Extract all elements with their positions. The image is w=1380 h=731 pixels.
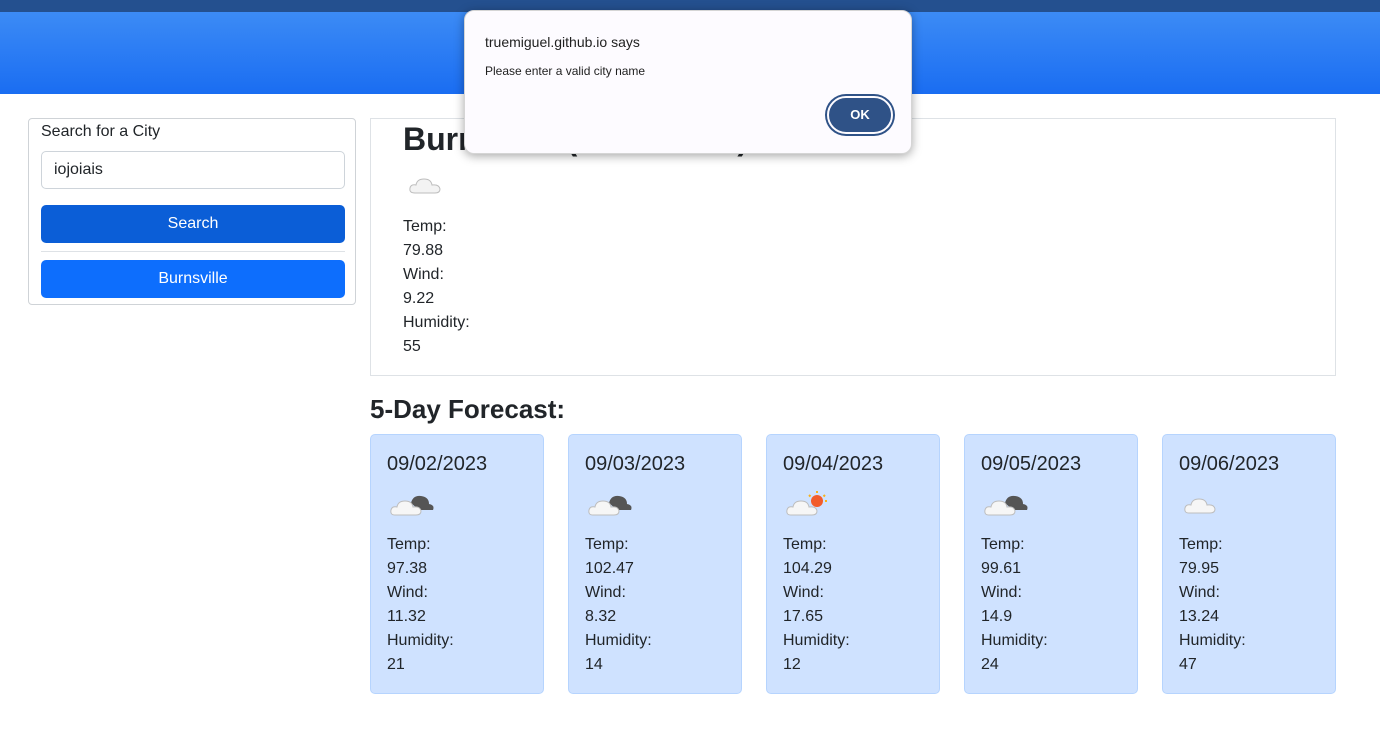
humidity-label: Humidity: [387,632,454,649]
forecast-date: 09/03/2023 [585,453,686,475]
divider [41,251,345,252]
cloud-icon [1181,489,1229,524]
city-search-input[interactable]: iojoiais [41,151,345,189]
humidity-value: 47 [1179,656,1197,673]
search-button[interactable]: Search [41,205,345,243]
dialog-title: truemiguel.github.io says [485,34,640,50]
forecast-card: 09/02/2023 Temp: 97.38 Wind: 11.32 Humid… [370,434,544,694]
temp-label: Temp: [387,536,431,553]
forecast-card: 09/03/2023 Temp: 102.47 Wind: 8.32 Humid… [568,434,742,694]
temp-label: Temp: [403,218,447,235]
alert-dialog: truemiguel.github.io says Please enter a… [464,10,912,154]
wind-label: Wind: [387,584,428,601]
humidity-label: Humidity: [403,314,470,331]
search-panel: Search for a City iojoiais Search Burnsv… [28,118,356,305]
forecast-card: 09/04/2023 Temp: 104.29 Wind: 17.65 Humi… [766,434,940,694]
temp-value: 99.61 [981,560,1022,577]
wind-label: Wind: [783,584,824,601]
temp-value: 79.88 [403,242,444,259]
current-fields: Temp: 79.88 Wind: 9.22 Humidity: 55 [403,215,470,359]
humidity-label: Humidity: [585,632,652,649]
humidity-value: 14 [585,656,603,673]
ok-button[interactable]: OK [827,96,893,134]
search-title: Search for a City [41,123,161,140]
forecast-date: 09/05/2023 [981,453,1082,475]
few-clouds-icon [785,489,833,524]
wind-value: 13.24 [1179,608,1220,625]
temp-label: Temp: [981,536,1025,553]
humidity-value: 24 [981,656,999,673]
temp-value: 102.47 [585,560,634,577]
forecast-date: 09/02/2023 [387,453,488,475]
wind-value: 9.22 [403,290,435,307]
dialog-message: Please enter a valid city name [485,64,646,78]
wind-label: Wind: [1179,584,1220,601]
temp-label: Temp: [1179,536,1223,553]
temp-value: 97.38 [387,560,428,577]
wind-label: Wind: [585,584,626,601]
wind-value: 8.32 [585,608,617,625]
humidity-value: 55 [403,338,421,355]
humidity-label: Humidity: [1179,632,1246,649]
humidity-label: Humidity: [783,632,850,649]
wind-label: Wind: [981,584,1022,601]
forecast-card: 09/05/2023 Temp: 99.61 Wind: 14.9 Humidi… [964,434,1138,694]
broken-clouds-icon [389,489,437,524]
wind-value: 11.32 [387,608,426,625]
broken-clouds-icon [587,489,635,524]
forecast-title: 5-Day Forecast: [370,394,566,424]
forecast-card: 09/06/2023 Temp: 79.95 Wind: 13.24 Humid… [1162,434,1336,694]
cloud-icon [407,173,443,202]
wind-label: Wind: [403,266,444,283]
temp-value: 79.95 [1179,560,1220,577]
temp-label: Temp: [585,536,629,553]
humidity-value: 12 [783,656,801,673]
broken-clouds-icon [983,489,1031,524]
history-button-burnsville[interactable]: Burnsville [41,260,345,298]
temp-value: 104.29 [783,560,832,577]
current-weather-panel: Burnsville (09/01/2023) Temp: 79.88 Wind… [370,118,1336,376]
wind-value: 14.9 [981,608,1013,625]
humidity-label: Humidity: [981,632,1048,649]
temp-label: Temp: [783,536,827,553]
forecast-date: 09/04/2023 [783,453,884,475]
wind-value: 17.65 [783,608,824,625]
humidity-value: 21 [387,656,405,673]
forecast-date: 09/06/2023 [1179,453,1280,475]
